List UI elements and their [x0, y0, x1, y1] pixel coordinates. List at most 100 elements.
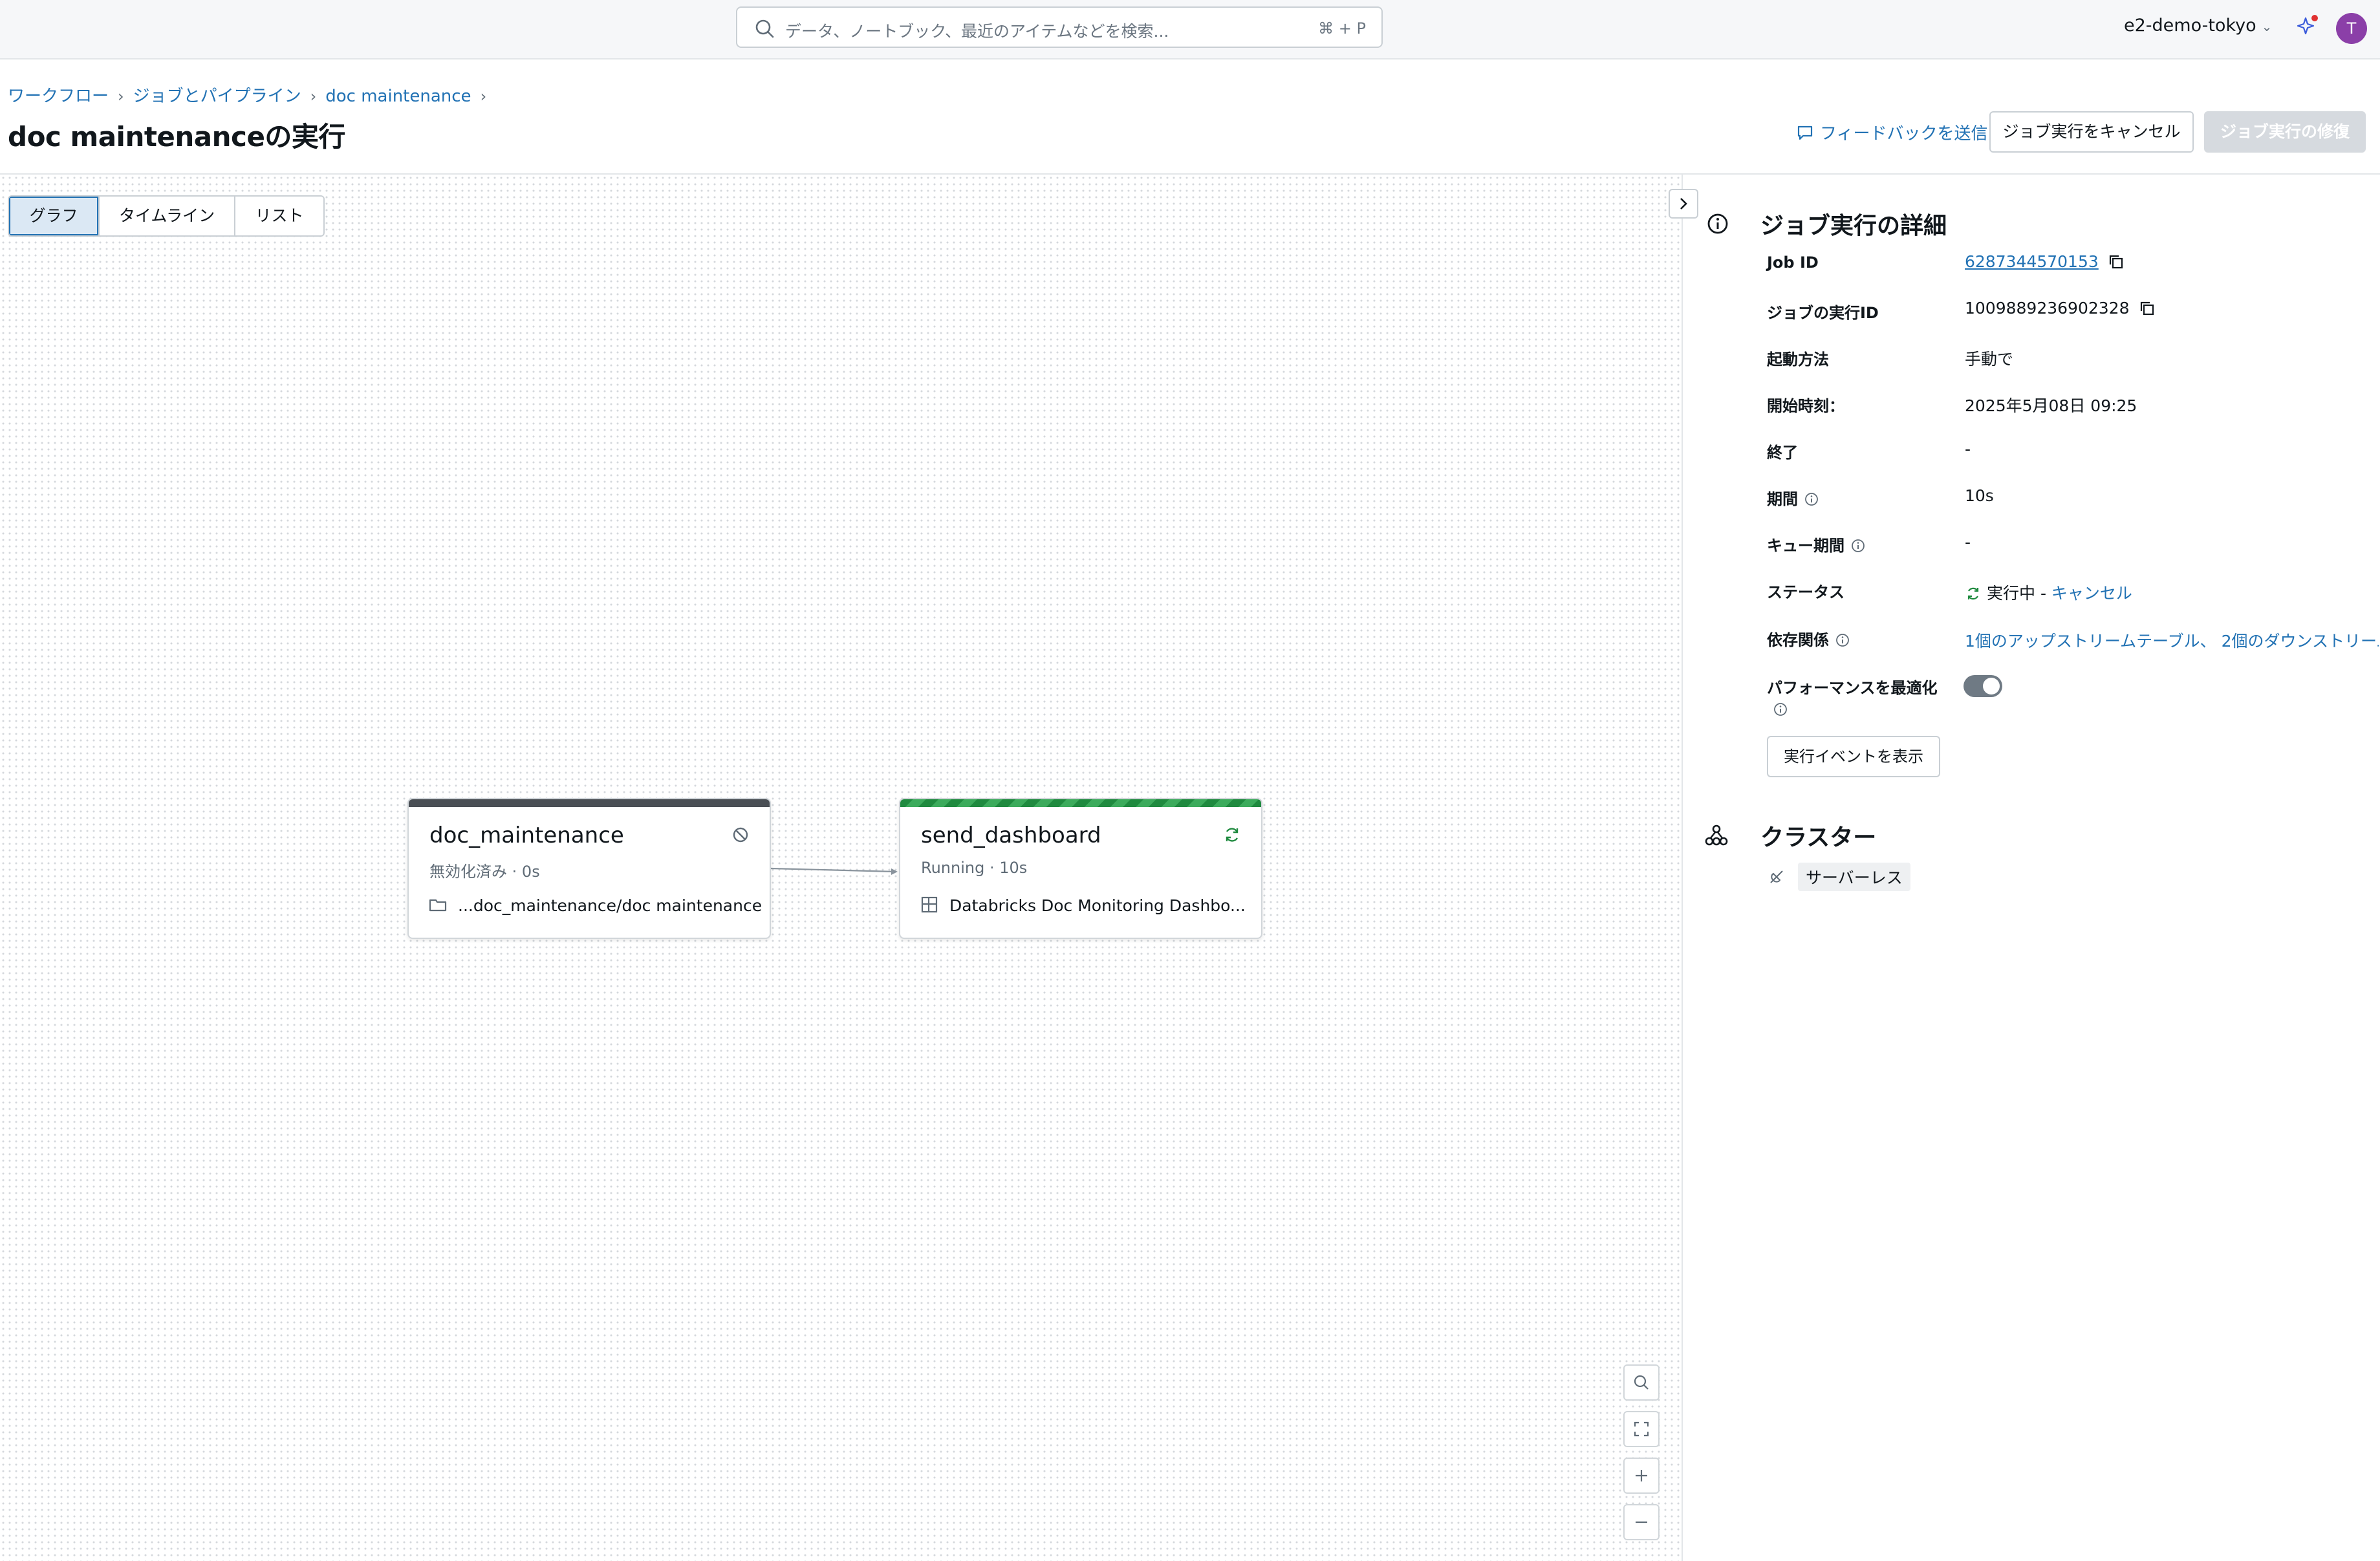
workspace-name: e2-demo-tokyo — [2124, 16, 2256, 36]
copy-icon[interactable] — [2108, 253, 2125, 270]
workspace-switcher[interactable]: e2-demo-tokyo ⌄ — [2124, 16, 2272, 36]
breadcrumb-separator: › — [310, 87, 317, 105]
zoom-in-button[interactable] — [1623, 1458, 1660, 1494]
breadcrumb-job[interactable]: doc maintenance — [325, 87, 471, 106]
optimize-performance-toggle[interactable] — [1964, 675, 2002, 697]
search-shortcut: ⌘ + P — [1318, 19, 1366, 38]
dependencies-link[interactable]: 1個のアップストリームテーブル、 2個のダウンストリーム — [1965, 632, 2379, 651]
tab-list[interactable]: リスト — [235, 197, 323, 235]
trigger-label: 起動方法 — [1767, 350, 1829, 369]
task-name: send_dashboard — [921, 823, 1101, 848]
cluster-title: クラスター — [1760, 824, 1877, 851]
task-status-stripe — [409, 799, 770, 807]
task-status-text: Running — [921, 859, 985, 877]
minus-icon — [1636, 1521, 1647, 1523]
task-path: Databricks Doc Monitoring Dashbo... — [949, 896, 1246, 915]
info-icon[interactable] — [1851, 539, 1865, 553]
run-id-text: 1009889236902328 — [1965, 299, 2130, 318]
plus-icon — [1636, 1470, 1647, 1481]
job-id-label: Job ID — [1767, 253, 1819, 272]
status-text: 実行中 - — [1987, 584, 2051, 603]
cancel-run-button[interactable]: ジョブ実行をキャンセル — [1989, 111, 2194, 153]
job-id-link[interactable]: 6287344570153 — [1965, 252, 2099, 271]
avatar[interactable]: T — [2336, 13, 2367, 44]
breadcrumb-separator: › — [118, 87, 124, 105]
info-icon — [1707, 213, 1728, 234]
job-id-value: 6287344570153 — [1965, 252, 2125, 271]
dependencies-label-row: 依存関係 — [1767, 627, 1850, 650]
fit-view-icon — [1634, 1421, 1649, 1437]
optimize-performance-label: パフォーマンスを最適化 — [1767, 679, 1938, 697]
tab-timeline[interactable]: タイムライン — [100, 197, 235, 235]
cluster-serverless: サーバーレス — [1768, 863, 1910, 891]
collapse-panel-button[interactable] — [1669, 189, 1698, 219]
search-icon — [755, 19, 774, 38]
run-id-value: 1009889236902328 — [1965, 299, 2156, 318]
info-icon[interactable] — [1804, 492, 1819, 506]
task-duration: 0s — [521, 863, 540, 881]
cluster-type-tag: サーバーレス — [1798, 863, 1910, 891]
status-cancel-link[interactable]: キャンセル — [2051, 584, 2132, 603]
chat-bubble-icon — [1797, 125, 1813, 140]
dependencies-value: 1個のアップストリームテーブル、 2個のダウンストリーム — [1965, 629, 2379, 652]
cluster-icon — [1705, 824, 1728, 846]
breadcrumb-separator: › — [480, 87, 487, 105]
dependencies-label: 依存関係 — [1767, 631, 1829, 649]
breadcrumb-jobs-pipelines[interactable]: ジョブとパイプライン — [133, 87, 301, 106]
task-path: ...doc_maintenance/doc maintenance — [458, 896, 763, 915]
queue-label-row: キュー期間 — [1767, 533, 1865, 555]
breadcrumb-workflows[interactable]: ワークフロー — [8, 87, 109, 106]
disabled-icon — [733, 827, 748, 843]
search-icon — [1634, 1375, 1649, 1390]
duration-label-row: 期間 — [1767, 486, 1819, 509]
assistant-sparkle-icon[interactable] — [2295, 14, 2319, 39]
task-status-text: 無効化済み — [429, 863, 507, 881]
info-icon[interactable] — [1773, 702, 1788, 716]
chevron-right-icon — [1680, 198, 1687, 210]
dependency-edge — [771, 867, 898, 875]
run-id-label: ジョブの実行ID — [1767, 304, 1879, 322]
top-bar: データ、ノートブック、最近のアイテムなどを検索... ⌘ + P e2-demo… — [0, 0, 2380, 59]
task-duration: 10s — [999, 859, 1028, 877]
dashboard-icon — [921, 896, 938, 913]
status-label: ステータス — [1767, 583, 1844, 601]
page-title: doc maintenanceの実行 — [8, 121, 345, 153]
info-icon[interactable] — [1835, 633, 1850, 647]
fit-view-button[interactable] — [1623, 1411, 1660, 1447]
folder-icon — [429, 899, 447, 912]
refresh-icon — [1226, 828, 1239, 842]
duration-label: 期間 — [1767, 490, 1798, 508]
tab-graph[interactable]: グラフ — [9, 197, 100, 235]
end-time-value: - — [1965, 440, 1971, 458]
trigger-value: 手動で — [1965, 350, 2014, 369]
start-time-value: 2025年5月08日 09:25 — [1965, 396, 2137, 415]
dot-separator: · — [989, 859, 995, 877]
search-graph-button[interactable] — [1623, 1364, 1660, 1401]
send-feedback-link[interactable]: フィードバックを送信 — [1795, 120, 1987, 144]
search-placeholder: データ、ノートブック、最近のアイテムなどを検索... — [785, 22, 1169, 41]
duration-value: 10s — [1965, 486, 1994, 505]
copy-icon[interactable] — [2139, 300, 2156, 317]
breadcrumb: ワークフロー › ジョブとパイプライン › doc maintenance › — [8, 83, 495, 107]
status-value: 実行中 - キャンセル — [1965, 581, 2132, 604]
task-status-stripe — [900, 799, 1261, 807]
queue-label: キュー期間 — [1767, 537, 1844, 555]
view-tabs: グラフ タイムライン リスト — [8, 195, 325, 237]
send-feedback-label: フィードバックを送信 — [1820, 124, 1988, 144]
task-node-doc-maintenance[interactable]: doc_maintenance 無効化済み · 0s ...doc_mainte… — [407, 798, 771, 939]
view-run-events-button[interactable]: 実行イベントを表示 — [1767, 736, 1940, 777]
zoom-out-button[interactable] — [1623, 1504, 1660, 1540]
toggle-knob — [1983, 678, 2000, 694]
task-status: 無効化済み · 0s — [429, 859, 540, 881]
queue-value: - — [1965, 533, 1971, 552]
task-node-send-dashboard[interactable]: send_dashboard Running · 10s Databricks … — [899, 798, 1262, 939]
task-status: Running · 10s — [921, 859, 1027, 877]
dot-separator: · — [512, 863, 517, 881]
serverless-icon — [1770, 870, 1783, 883]
chevron-down-icon: ⌄ — [2261, 19, 2273, 34]
task-name: doc_maintenance — [429, 823, 624, 848]
repair-run-button[interactable]: ジョブ実行の修復 — [2204, 111, 2366, 153]
search-input[interactable]: データ、ノートブック、最近のアイテムなどを検索... ⌘ + P — [736, 6, 1383, 48]
start-time-label: 開始時刻： — [1767, 397, 1844, 415]
end-time-label: 終了 — [1767, 444, 1798, 462]
